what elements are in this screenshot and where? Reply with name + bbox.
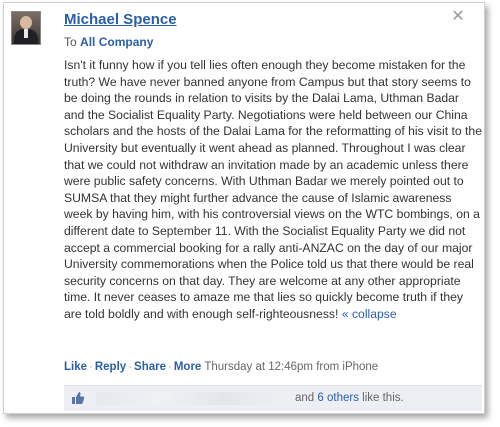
reply-link[interactable]: Reply bbox=[95, 361, 126, 373]
post-actions: Like · Reply · Share · More Thursday at 12:46p… bbox=[64, 361, 378, 373]
post-message-text: Isn't it funny how if you tell lies ofte… bbox=[64, 58, 482, 321]
avatar-head bbox=[20, 16, 32, 29]
author-name-link[interactable]: Michael Spence bbox=[64, 11, 177, 28]
close-icon[interactable]: ✕ bbox=[450, 9, 466, 25]
post-message: Isn't it funny how if you tell lies ofte… bbox=[64, 57, 482, 323]
audience-prefix: To bbox=[64, 35, 77, 49]
likes-prefix: and bbox=[295, 392, 315, 404]
separator-dot: · bbox=[128, 361, 133, 373]
separator-dot: · bbox=[168, 361, 172, 373]
author-avatar[interactable] bbox=[11, 11, 41, 45]
post-audience: To All Company bbox=[64, 35, 153, 49]
thumbs-up-icon bbox=[71, 391, 85, 405]
share-link[interactable]: Share bbox=[134, 361, 166, 373]
audience-group-link[interactable]: All Company bbox=[80, 35, 153, 49]
post-timestamp: Thursday at 12:46pm from iPhone bbox=[204, 361, 379, 373]
blurred-names bbox=[96, 392, 288, 405]
collapse-link[interactable]: « collapse bbox=[342, 307, 397, 321]
likes-summary: and 6 others like this. bbox=[295, 392, 404, 404]
avatar-collar bbox=[24, 29, 28, 38]
likes-suffix: like this. bbox=[362, 392, 404, 404]
likes-bar: and 6 others like this. bbox=[64, 385, 482, 411]
more-link[interactable]: More bbox=[174, 361, 201, 373]
post-card: Michael Spence To All Company ✕ Isn't it… bbox=[3, 2, 485, 414]
separator-dot: · bbox=[89, 361, 93, 373]
others-link[interactable]: 6 others bbox=[317, 392, 359, 404]
like-link[interactable]: Like bbox=[64, 361, 87, 373]
